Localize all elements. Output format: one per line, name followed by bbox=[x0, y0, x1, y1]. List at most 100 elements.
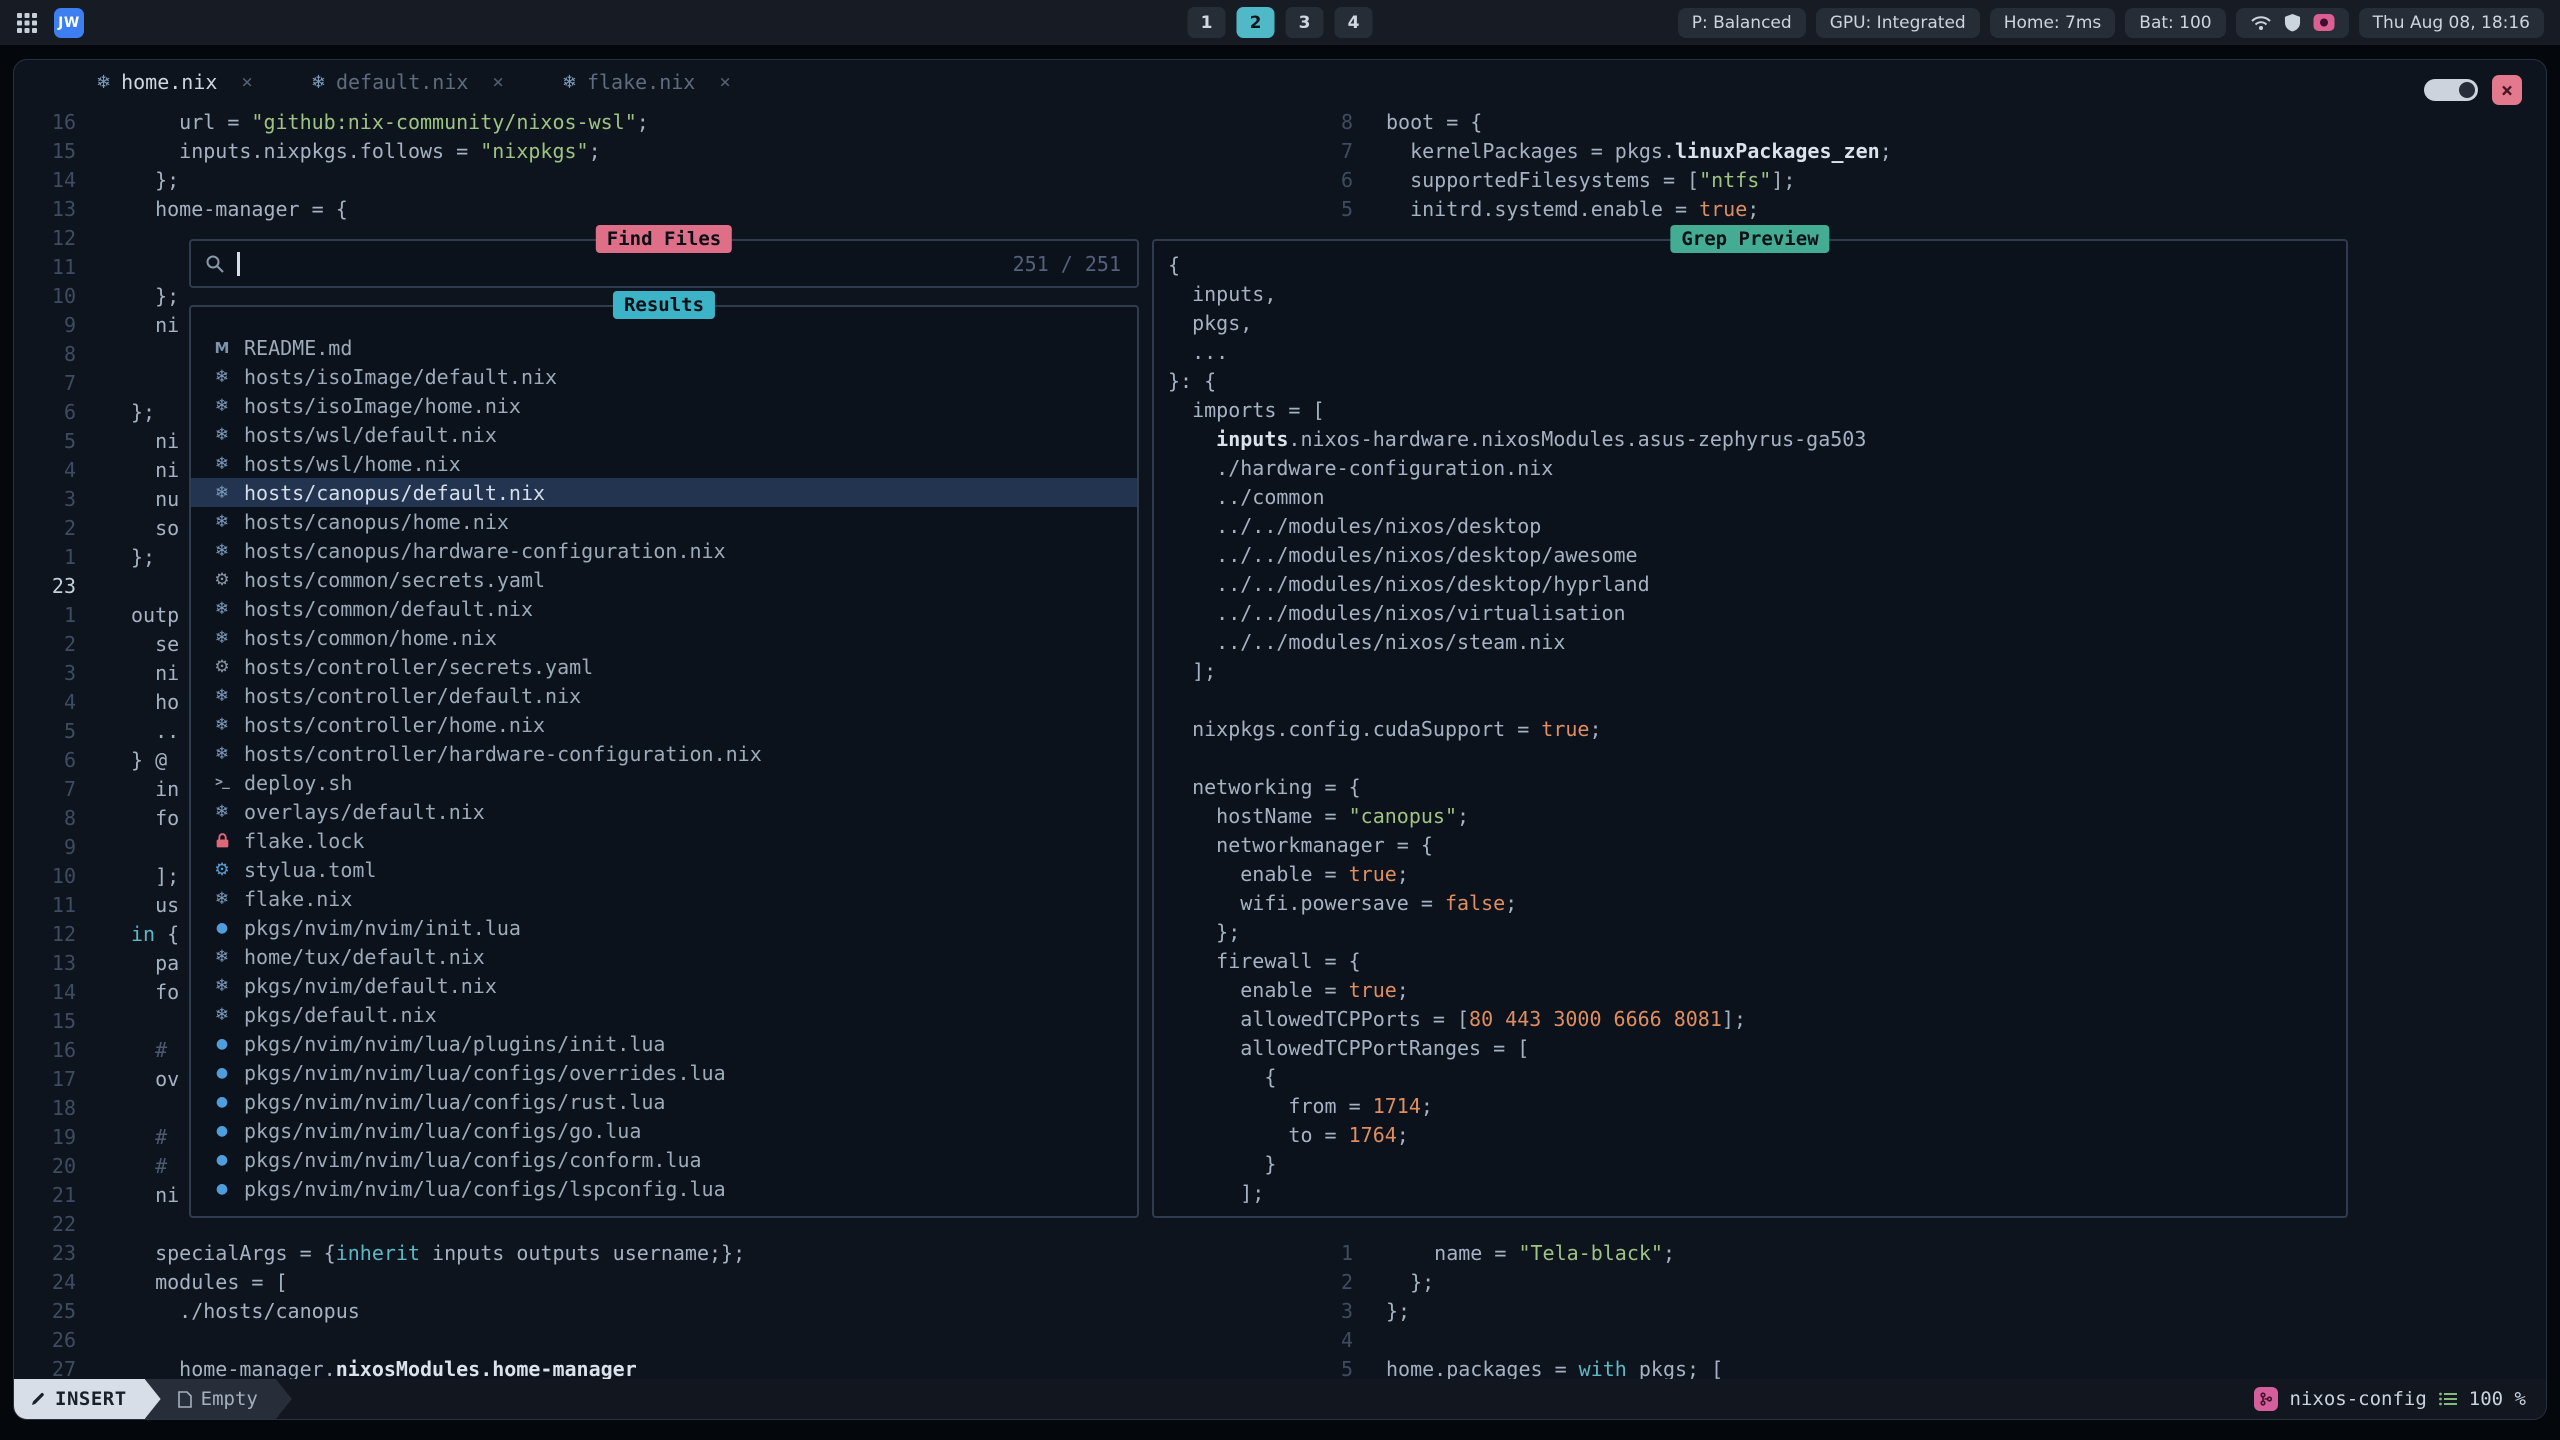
line-number: 6 bbox=[14, 398, 76, 427]
workspace-button-2[interactable]: 2 bbox=[1237, 7, 1275, 38]
result-item[interactable]: ❄home/tux/default.nix bbox=[191, 942, 1137, 971]
result-label: hosts/common/home.nix bbox=[244, 626, 497, 650]
result-item[interactable]: ●pkgs/nvim/nvim/lua/configs/conform.lua bbox=[191, 1145, 1137, 1174]
result-item[interactable]: ❄pkgs/nvim/default.nix bbox=[191, 971, 1137, 1000]
workspace-button-4[interactable]: 4 bbox=[1335, 7, 1373, 38]
result-item[interactable]: ⚙stylua.toml bbox=[191, 855, 1137, 884]
code-line: 26 bbox=[14, 1326, 131, 1355]
logo-badge[interactable]: JW bbox=[54, 8, 84, 38]
result-item[interactable]: ❄ hosts/common/home.nix bbox=[191, 623, 1137, 652]
result-item[interactable]: ●pkgs/nvim/nvim/lua/configs/overrides.lu… bbox=[191, 1058, 1137, 1087]
result-item[interactable]: MREADME.md bbox=[191, 333, 1137, 362]
code-text: ni bbox=[131, 311, 179, 340]
result-item[interactable]: ⚙hosts/common/secrets.yaml bbox=[191, 565, 1137, 594]
code-text: inputs.nixpkgs.follows = "nixpkgs"; bbox=[131, 137, 601, 166]
window-close-button[interactable]: × bbox=[2492, 75, 2522, 105]
clock[interactable]: Thu Aug 08, 18:16 bbox=[2359, 8, 2544, 38]
result-item[interactable]: ❄hosts/isoImage/home.nix bbox=[191, 391, 1137, 420]
line-number: 16 bbox=[14, 1036, 76, 1065]
line-number: 17 bbox=[14, 1065, 76, 1094]
code-text: }; bbox=[1386, 1268, 1434, 1297]
code-line: 4 ho bbox=[14, 688, 179, 717]
tab-close-icon[interactable]: × bbox=[241, 71, 252, 93]
wifi-icon[interactable] bbox=[2250, 15, 2272, 31]
result-label: hosts/canopus/home.nix bbox=[244, 510, 509, 534]
result-item[interactable]: ❄hosts/controller/hardware-configuration… bbox=[191, 739, 1137, 768]
screenshot-icon[interactable] bbox=[2313, 13, 2335, 32]
app-launcher-icon[interactable] bbox=[16, 12, 38, 34]
line-number: 20 bbox=[14, 1152, 76, 1181]
result-label: pkgs/nvim/default.nix bbox=[244, 974, 497, 998]
result-label: hosts/controller/hardware-configuration.… bbox=[244, 742, 762, 766]
nix-file-icon: ❄ bbox=[209, 686, 235, 706]
code-line: 3}; bbox=[1291, 1297, 1410, 1326]
result-item[interactable]: ❄flake.nix bbox=[191, 884, 1137, 913]
result-item[interactable]: ●pkgs/nvim/nvim/lua/configs/go.lua bbox=[191, 1116, 1137, 1145]
tab-default.nix[interactable]: ❄default.nix× bbox=[311, 70, 504, 94]
code-line: 6} @ bbox=[14, 746, 167, 775]
tab-home.nix[interactable]: ❄home.nix× bbox=[96, 70, 253, 94]
result-item[interactable]: ❄hosts/controller/home.nix bbox=[191, 710, 1137, 739]
preview-title: Grep Preview bbox=[1670, 225, 1829, 253]
workspace-button-3[interactable]: 3 bbox=[1286, 7, 1324, 38]
line-number: 9 bbox=[14, 311, 76, 340]
code-line: 15 inputs.nixpkgs.follows = "nixpkgs"; bbox=[14, 137, 601, 166]
code-line: 3 ni bbox=[14, 659, 179, 688]
text-cursor bbox=[237, 252, 240, 276]
result-item[interactable]: ⚙hosts/controller/secrets.yaml bbox=[191, 652, 1137, 681]
preview-line: allowedTCPPorts = [80 443 3000 6666 8081… bbox=[1168, 1005, 2346, 1034]
result-item[interactable]: flake.lock bbox=[191, 826, 1137, 855]
nix-file-icon: ❄ bbox=[209, 628, 235, 648]
tab-close-icon[interactable]: × bbox=[492, 71, 503, 93]
code-line: 24 modules = [ bbox=[14, 1268, 288, 1297]
code-line: 5 initrd.systemd.enable = true; bbox=[1291, 195, 1759, 224]
code-text: kernelPackages = pkgs.linuxPackages_zen; bbox=[1386, 137, 1892, 166]
code-line: 15 bbox=[14, 1007, 131, 1036]
preview-line: ./hardware-configuration.nix bbox=[1168, 454, 2346, 483]
tab-label: default.nix bbox=[336, 70, 468, 94]
result-label: hosts/common/default.nix bbox=[244, 597, 533, 621]
lua-file-icon: ● bbox=[209, 1065, 235, 1081]
lua-file-icon: ● bbox=[209, 1152, 235, 1168]
window-toggle-pill[interactable] bbox=[2424, 79, 2478, 101]
result-item[interactable]: ●pkgs/nvim/nvim/init.lua bbox=[191, 913, 1137, 942]
result-item[interactable]: ❄hosts/common/default.nix bbox=[191, 594, 1137, 623]
shield-icon[interactable] bbox=[2284, 13, 2301, 32]
result-item[interactable]: ❄overlays/default.nix bbox=[191, 797, 1137, 826]
line-number: 8 bbox=[1291, 108, 1353, 137]
result-item[interactable]: ❄hosts/isoImage/default.nix bbox=[191, 362, 1137, 391]
line-number: 7 bbox=[1291, 137, 1353, 166]
result-label: hosts/controller/default.nix bbox=[244, 684, 581, 708]
tab-flake.nix[interactable]: ❄flake.nix× bbox=[562, 70, 731, 94]
lua-file-icon: ● bbox=[209, 1094, 235, 1110]
result-counter: 251 / 251 bbox=[1013, 252, 1121, 276]
result-item[interactable]: >_deploy.sh bbox=[191, 768, 1137, 797]
tab-close-icon[interactable]: × bbox=[719, 71, 730, 93]
workspace-button-1[interactable]: 1 bbox=[1188, 7, 1226, 38]
search-icon bbox=[205, 254, 225, 274]
result-item[interactable]: ❄hosts/canopus/default.nix bbox=[191, 478, 1137, 507]
line-number: 5 bbox=[14, 427, 76, 456]
code-text: specialArgs = {inherit inputs outputs us… bbox=[131, 1239, 745, 1268]
result-item[interactable]: ❄hosts/canopus/home.nix bbox=[191, 507, 1137, 536]
result-item[interactable]: ●pkgs/nvim/nvim/lua/plugins/init.lua bbox=[191, 1029, 1137, 1058]
line-number: 12 bbox=[14, 920, 76, 949]
code-text: nu bbox=[131, 485, 179, 514]
result-item[interactable]: ❄pkgs/default.nix bbox=[191, 1000, 1137, 1029]
result-item[interactable]: ● pkgs/nvim/nvim/lua/configs/rust.lua bbox=[191, 1087, 1137, 1116]
result-item[interactable]: ❄ hosts/controller/default.nix bbox=[191, 681, 1137, 710]
tab-label: flake.nix bbox=[587, 70, 695, 94]
workspaces: 1234 bbox=[1188, 7, 1373, 38]
line-number: 19 bbox=[14, 1123, 76, 1152]
result-item[interactable]: ●pkgs/nvim/nvim/lua/configs/lspconfig.lu… bbox=[191, 1174, 1137, 1203]
code-line: 18 bbox=[14, 1094, 131, 1123]
result-item[interactable]: ❄hosts/wsl/home.nix bbox=[191, 449, 1137, 478]
result-item[interactable]: ❄hosts/wsl/default.nix bbox=[191, 420, 1137, 449]
preview-line: ../../modules/nixos/desktop bbox=[1168, 512, 2346, 541]
result-item[interactable]: ❄hosts/canopus/hardware-configuration.ni… bbox=[191, 536, 1137, 565]
result-label: pkgs/nvim/nvim/lua/configs/rust.lua bbox=[244, 1090, 665, 1114]
preview-line: to = 1764; bbox=[1168, 1121, 2346, 1150]
code-line: 3 nu bbox=[14, 485, 179, 514]
code-line: 12in { bbox=[14, 920, 179, 949]
status-module: Bat: 100 bbox=[2125, 8, 2225, 38]
